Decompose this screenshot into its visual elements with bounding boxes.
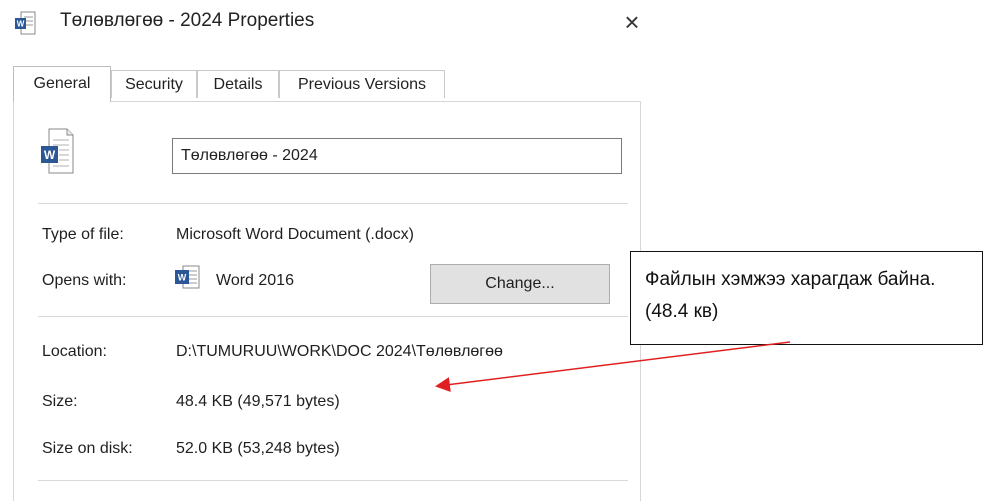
tab-details[interactable]: Details: [197, 70, 279, 98]
size-on-disk-value: 52.0 KB (53,248 bytes): [176, 440, 340, 457]
size-on-disk-label: Size on disk:: [42, 440, 133, 457]
size-label: Size:: [42, 393, 78, 410]
title-bar: W Төлөвлөгөө - 2024 Properties ×: [0, 0, 660, 48]
location-label: Location:: [42, 343, 107, 360]
opens-with-value: Word 2016: [216, 272, 294, 289]
word-app-icon: W: [175, 265, 200, 289]
opens-with-label: Opens with:: [42, 272, 127, 289]
change-button[interactable]: Change...: [430, 264, 610, 304]
tab-general[interactable]: General: [13, 66, 111, 102]
tab-security[interactable]: Security: [111, 70, 197, 98]
word-doc-icon: W: [15, 11, 36, 35]
type-of-file-value: Microsoft Word Document (.docx): [176, 226, 414, 243]
close-button[interactable]: ×: [612, 4, 652, 40]
type-of-file-label: Type of file:: [42, 226, 124, 243]
separator: [38, 203, 628, 204]
close-icon: ×: [624, 7, 640, 37]
tab-previous-versions[interactable]: Previous Versions: [279, 70, 445, 98]
filename-input[interactable]: Төлөвлөгөө - 2024: [172, 138, 622, 174]
word-document-icon: W: [41, 128, 74, 174]
separator: [38, 316, 628, 317]
size-value: 48.4 KB (49,571 bytes): [176, 393, 340, 410]
location-value: D:\TUMURUU\WORK\DOC 2024\Төлөвлөгөө: [176, 343, 503, 360]
separator: [38, 480, 628, 481]
window-title: Төлөвлөгөө - 2024 Properties: [60, 10, 315, 31]
annotation-callout: Файлын хэмжээ харагдаж байна. (48.4 кв): [630, 251, 983, 345]
svg-text:W: W: [17, 20, 25, 29]
svg-text:W: W: [44, 148, 56, 162]
svg-text:W: W: [178, 273, 187, 283]
